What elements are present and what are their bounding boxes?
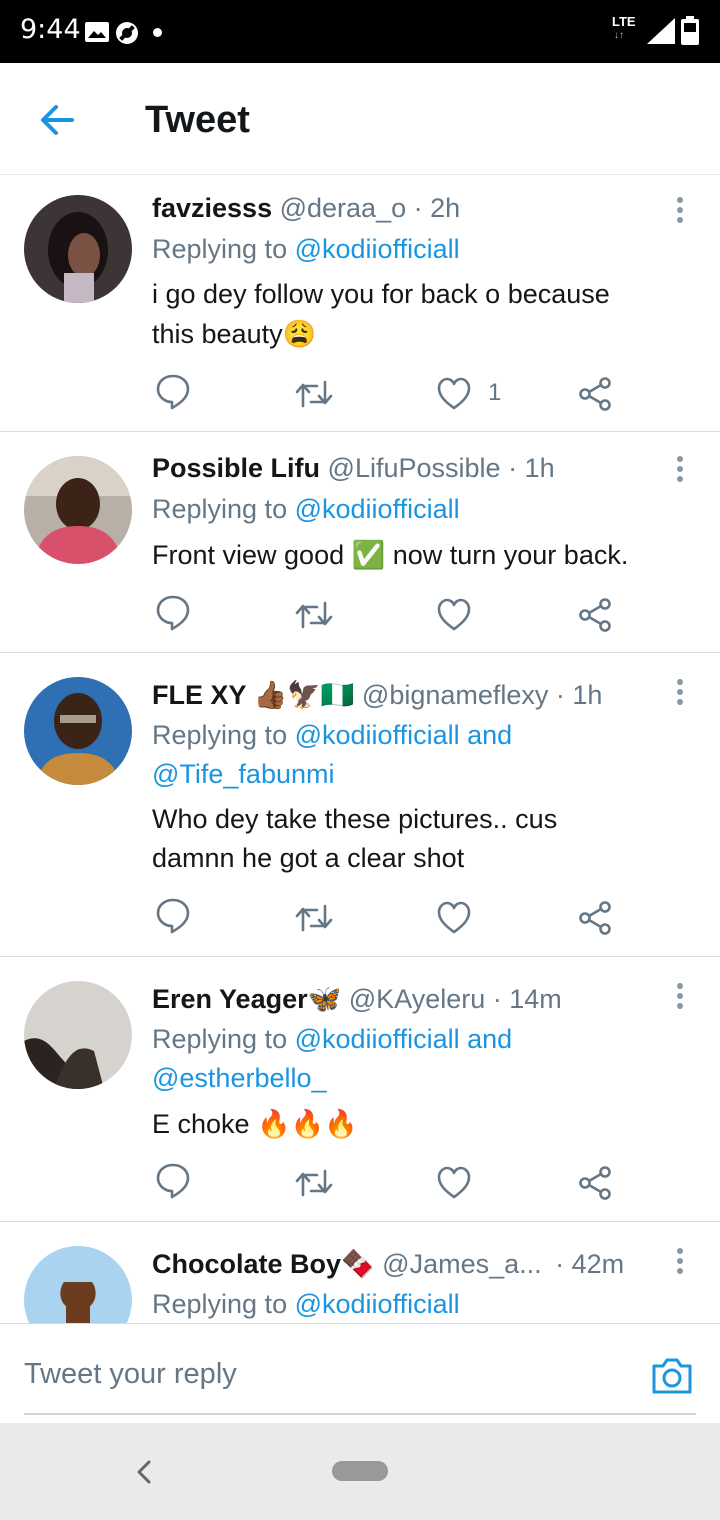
user-handle: @KAyeleru	[348, 984, 486, 1014]
replying-prefix: Replying to	[152, 720, 288, 750]
avatar[interactable]	[24, 456, 132, 564]
mention-link[interactable]: @kodiiofficiall	[295, 234, 460, 264]
tweet-text-line: Who dey take these pictures.. cus	[152, 804, 558, 834]
user-name[interactable]: Possible Lifu	[152, 453, 320, 483]
retweet-icon[interactable]	[295, 898, 333, 938]
tweet-header: FLE XY 👍🏾🦅🇳🇬 @bignameflexy · 1h	[152, 679, 602, 711]
header: Tweet	[0, 63, 720, 175]
mention-link[interactable]: @kodiiofficiall and	[295, 1024, 513, 1054]
user-handle: @bignameflexy	[361, 680, 549, 710]
tweet-text-line: i go dey follow you for back o because	[152, 279, 610, 309]
comment-icon[interactable]	[155, 1161, 191, 1201]
status-time: 9:44	[20, 14, 81, 45]
nav-back-icon[interactable]	[132, 1459, 156, 1485]
user-name[interactable]: Eren Yeager🦋	[152, 984, 341, 1014]
heart-icon[interactable]	[437, 898, 471, 938]
replying-to: Replying to @kodiiofficiall	[152, 494, 460, 525]
mention-link[interactable]: @kodiiofficiall and	[295, 720, 513, 750]
tweet-text-line: this beauty😩	[152, 319, 317, 349]
comment-icon[interactable]	[155, 896, 191, 936]
avatar[interactable]	[24, 677, 132, 785]
reply-input[interactable]: Tweet your reply	[24, 1358, 237, 1391]
data-saver-icon	[116, 22, 138, 44]
replying-prefix: Replying to	[152, 1289, 288, 1319]
more-vertical-icon[interactable]	[674, 677, 686, 707]
replying-to: Replying to @kodiiofficiall and	[152, 1024, 512, 1055]
battery-icon	[681, 16, 699, 45]
user-handle: @LifuPossible	[327, 453, 501, 483]
user-handle: @James_a...	[382, 1249, 542, 1279]
reply-composer: Tweet your reply	[0, 1323, 720, 1423]
like-count: 1	[488, 379, 502, 406]
tweet-time: · 42m	[555, 1249, 625, 1279]
replying-to: Replying to @kodiiofficiall and	[152, 720, 512, 751]
notification-dot	[153, 28, 162, 37]
more-vertical-icon[interactable]	[674, 195, 686, 225]
data-activity-icon: ↓↑	[614, 30, 624, 41]
signal-icon	[647, 18, 675, 44]
heart-icon[interactable]	[437, 1163, 471, 1203]
mention-link[interactable]: @kodiiofficiall	[295, 1289, 460, 1319]
camera-icon[interactable]	[650, 1356, 694, 1396]
page-title: Tweet	[145, 99, 250, 141]
mention-link[interactable]: @kodiiofficiall	[295, 494, 460, 524]
tweet-time: · 2h	[413, 193, 461, 223]
tweet-item[interactable]: FLE XY 👍🏾🦅🇳🇬 @bignameflexy · 1h Replying…	[0, 653, 720, 957]
more-vertical-icon[interactable]	[674, 981, 686, 1011]
tweet-item[interactable]: Eren Yeager🦋 @KAyeleru · 14m Replying to…	[0, 957, 720, 1222]
nav-home-button[interactable]	[332, 1461, 388, 1481]
tweet-text-line: E choke 🔥🔥🔥	[152, 1109, 358, 1139]
share-icon[interactable]	[578, 374, 612, 414]
retweet-icon[interactable]	[295, 595, 333, 635]
heart-icon[interactable]	[437, 595, 471, 635]
tweet-header: Chocolate Boy🍫 @James_a... · 42m	[152, 1248, 624, 1280]
replying-prefix: Replying to	[152, 1024, 288, 1054]
retweet-icon[interactable]	[295, 374, 333, 414]
share-icon[interactable]	[578, 1163, 612, 1203]
replying-to: Replying to @kodiiofficiall	[152, 1289, 460, 1320]
more-vertical-icon[interactable]	[674, 454, 686, 484]
avatar[interactable]	[24, 195, 132, 303]
arrow-left-icon[interactable]	[36, 99, 78, 141]
replying-to: Replying to @kodiiofficiall	[152, 234, 460, 265]
tweet-header: Possible Lifu @LifuPossible · 1h	[152, 453, 555, 484]
tweet-text-line: damnn he got a clear shot	[152, 843, 465, 873]
replying-prefix: Replying to	[152, 494, 288, 524]
heart-icon[interactable]	[437, 374, 471, 414]
mention-link[interactable]: @Tife_fabunmi	[152, 759, 335, 790]
tweet-item[interactable]: Possible Lifu @LifuPossible · 1h Replyin…	[0, 432, 720, 653]
mention-link[interactable]: @estherbello_	[152, 1063, 327, 1094]
reply-input-underline	[24, 1413, 696, 1415]
gallery-notification-icon	[85, 22, 109, 42]
tweet-item[interactable]: Chocolate Boy🍫 @James_a... · 42m Replyin…	[0, 1222, 720, 1323]
user-name[interactable]: FLE XY 👍🏾🦅🇳🇬	[152, 680, 354, 710]
comment-icon[interactable]	[155, 372, 191, 412]
avatar[interactable]	[24, 981, 132, 1089]
replying-prefix: Replying to	[152, 234, 288, 264]
retweet-icon[interactable]	[295, 1163, 333, 1203]
user-handle: @deraa_o	[279, 193, 407, 223]
status-bar: 9:44 LTE ↓↑	[0, 0, 720, 63]
network-type: LTE	[612, 14, 636, 29]
share-icon[interactable]	[578, 898, 612, 938]
comment-icon[interactable]	[155, 593, 191, 633]
tweet-time: · 1h	[555, 680, 603, 710]
tweet-text-line: Front view good ✅ now turn your back.	[152, 540, 629, 570]
tweet-item[interactable]: favziesss @deraa_o · 2h Replying to @kod…	[0, 175, 720, 432]
tweet-header: favziesss @deraa_o · 2h	[152, 193, 460, 224]
avatar[interactable]	[24, 1246, 132, 1323]
tweet-time: · 14m	[492, 984, 562, 1014]
user-name[interactable]: favziesss	[152, 193, 272, 223]
tweet-time: · 1h	[508, 453, 555, 483]
user-name[interactable]: Chocolate Boy🍫	[152, 1249, 375, 1279]
share-icon[interactable]	[578, 595, 612, 635]
tweet-header: Eren Yeager🦋 @KAyeleru · 14m	[152, 983, 562, 1015]
more-vertical-icon[interactable]	[674, 1246, 686, 1276]
